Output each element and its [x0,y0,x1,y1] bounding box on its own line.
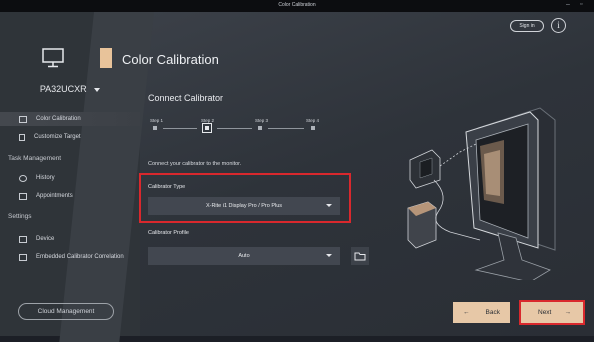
chevron-down-icon [94,87,101,92]
sidebar-item-label: History [36,175,55,181]
calibrator-profile-value: Auto [238,253,250,259]
sidebar-item-history[interactable]: History [0,171,140,185]
next-label: Next [538,309,552,316]
window-title: Color Calibration [278,2,316,8]
calibration-icon [19,115,27,123]
target-icon [19,133,25,141]
step-connector [268,128,304,129]
caret-down-icon [326,254,332,257]
calibrator-profile-select[interactable]: Auto [148,247,340,265]
model-name: PA32UCXR [39,84,87,94]
history-icon [19,174,27,182]
step-3-marker [258,126,262,130]
arrow-right-icon: → [564,309,572,316]
step-1-marker [153,126,157,130]
step-2-marker [202,123,212,133]
model-selector[interactable]: PA32UCXR [20,84,120,94]
step-connector [163,128,197,129]
section-title: Connect Calibrator [148,93,224,103]
sidebar-item-embedded-calibrator-correlation[interactable]: Embedded Calibrator Correlation [0,250,140,264]
step-4-label: Step 4 [306,118,320,123]
minimize-button[interactable]: – [566,1,570,8]
sidebar-item-label: Embedded Calibrator Correlation [36,254,124,260]
sidebar-item-color-calibration[interactable]: Color Calibration [0,112,140,126]
sidebar-item-label: Appointments [36,193,73,199]
sidebar-item-appointments[interactable]: Appointments [0,189,140,203]
calibrator-profile-label: Calibrator Profile [148,230,189,236]
section-settings: Settings [8,213,32,220]
sidebar-item-label: Customize Target [34,134,81,140]
page-title: Color Calibration [122,52,219,67]
folder-icon [354,252,366,261]
step-3-label: Step 3 [255,118,269,123]
accent-bar [100,48,112,68]
cloud-management-button[interactable]: Cloud Management [18,303,114,320]
title-bar: Color Calibration – ▫ [0,0,594,12]
monitor-icon [42,48,64,68]
sidebar-item-customize-target[interactable]: Customize Target [0,130,140,144]
monitor-illustration [407,107,556,280]
sign-in-button[interactable]: Sign in [510,20,544,32]
highlight-box [139,173,351,223]
maximize-button[interactable]: ▫ [580,1,582,8]
back-label: Back [485,309,500,316]
calendar-icon [19,192,27,200]
step-1-label: Step 1 [150,118,164,123]
arrow-left-icon: ← [463,309,470,316]
step-4-marker [311,126,315,130]
step-connector [217,128,252,129]
sidebar-item-label: Device [36,236,55,242]
section-task-management: Task Management [8,155,62,162]
info-icon[interactable]: i [551,18,566,33]
device-icon [19,235,27,243]
back-button[interactable]: ← Back [453,302,510,323]
sidebar-item-device[interactable]: Device [0,232,140,246]
sidebar-item-label: Color Calibration [36,116,81,122]
next-button[interactable]: Next → [519,300,585,325]
folder-button[interactable] [351,247,369,265]
instruction-text: Connect your calibrator to the monitor. [148,161,242,167]
correlation-icon [19,253,27,261]
